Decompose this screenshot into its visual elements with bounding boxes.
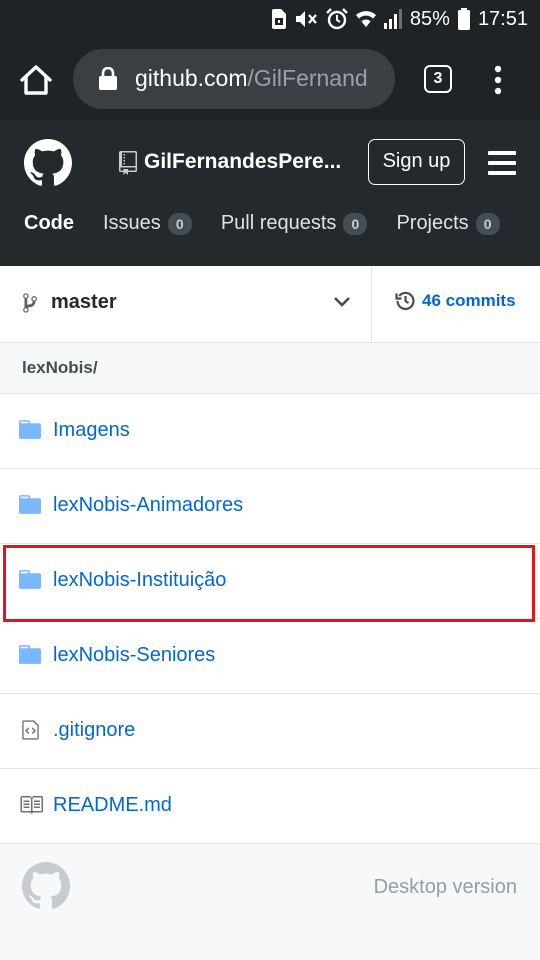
tab-switcher-button[interactable]: 3: [424, 65, 452, 93]
file-link[interactable]: .gitignore: [53, 719, 135, 742]
breadcrumb-path: lexNobis/: [22, 358, 98, 377]
alarm-icon: [326, 8, 348, 30]
tab-label: Code: [24, 212, 74, 234]
tab-issues[interactable]: Issues 0: [103, 212, 192, 235]
folder-icon: [19, 645, 41, 664]
address-bar[interactable]: github.com/GilFernand: [73, 49, 395, 109]
branch-row: master 46 commits: [0, 266, 540, 343]
commits-label: 46 commits: [422, 290, 516, 310]
folder-icon: [19, 495, 41, 514]
breadcrumb: lexNobis/: [0, 343, 540, 394]
list-item[interactable]: .gitignore: [0, 694, 540, 769]
url-domain: github.com: [135, 65, 248, 91]
url-text: github.com/GilFernand: [135, 65, 368, 92]
sim-card-icon: [271, 9, 286, 29]
signal-icon: [383, 9, 402, 29]
repo-name[interactable]: GilFernandesPere...: [144, 150, 356, 174]
clock: 17:51: [477, 7, 528, 30]
file-link[interactable]: lexNobis-Seniores: [53, 644, 215, 667]
hamburger-bar: [488, 151, 516, 155]
hamburger-menu-button[interactable]: [488, 151, 518, 175]
desktop-version-link[interactable]: Desktop version: [374, 876, 517, 899]
hamburger-bar: [488, 161, 516, 165]
history-icon: [395, 291, 415, 310]
status-bar: 85% 17:51: [0, 0, 540, 38]
github-logo[interactable]: [24, 139, 72, 192]
list-item[interactable]: lexNobis-Seniores: [0, 619, 540, 694]
battery-percent: 85%: [409, 7, 450, 30]
file-link[interactable]: lexNobis-Animadores: [53, 494, 243, 517]
repo-icon: [119, 151, 137, 175]
repo-nav: Code Issues 0 Pull requests 0 Projects 0: [24, 212, 529, 235]
github-mark-icon: [24, 139, 72, 186]
list-item[interactable]: Imagens: [0, 394, 540, 469]
wifi-icon: [355, 11, 376, 27]
file-link[interactable]: README.md: [53, 794, 172, 817]
tab-projects[interactable]: Projects 0: [396, 212, 500, 235]
home-icon: [20, 65, 52, 95]
battery-icon: [457, 8, 470, 30]
url-path: /GilFernand: [247, 65, 368, 91]
home-button[interactable]: [18, 62, 54, 98]
branch-selector[interactable]: master: [0, 266, 372, 342]
github-mark-icon: [22, 862, 70, 909]
pull-requests-counter: 0: [343, 212, 368, 235]
footer-github-logo[interactable]: [22, 862, 70, 915]
github-header: GilFernandesPere... Sign up Code Issues 0…: [0, 120, 540, 266]
tab-label: Issues: [103, 212, 161, 234]
book-icon: [20, 796, 43, 814]
chevron-down-icon: [334, 297, 350, 307]
overflow-menu-icon: [494, 65, 502, 95]
file-link[interactable]: Imagens: [53, 419, 130, 442]
file-icon: [22, 720, 39, 740]
lock-icon: [99, 67, 117, 90]
mute-icon: [295, 11, 317, 27]
git-branch-icon: [23, 293, 37, 313]
projects-counter: 0: [475, 212, 500, 235]
tab-label: Pull requests: [220, 212, 337, 234]
tab-code[interactable]: Code: [24, 212, 74, 235]
status-icons: 85% 17:51: [271, 6, 528, 32]
highlight-annotation: [3, 545, 535, 622]
issues-counter: 0: [167, 212, 192, 235]
commits-link[interactable]: 46 commits: [395, 290, 516, 311]
list-item[interactable]: lexNobis-Animadores: [0, 469, 540, 544]
browser-toolbar: github.com/GilFernand 3: [0, 38, 540, 120]
footer: Desktop version: [0, 844, 540, 960]
sign-up-button[interactable]: Sign up: [368, 139, 465, 185]
folder-icon: [19, 420, 41, 439]
tab-label: Projects: [396, 212, 469, 234]
branch-name: master: [51, 291, 117, 313]
tab-pull-requests[interactable]: Pull requests 0: [221, 212, 368, 235]
list-item[interactable]: README.md: [0, 769, 540, 844]
hamburger-bar: [488, 171, 516, 175]
overflow-menu-button[interactable]: [490, 62, 506, 98]
